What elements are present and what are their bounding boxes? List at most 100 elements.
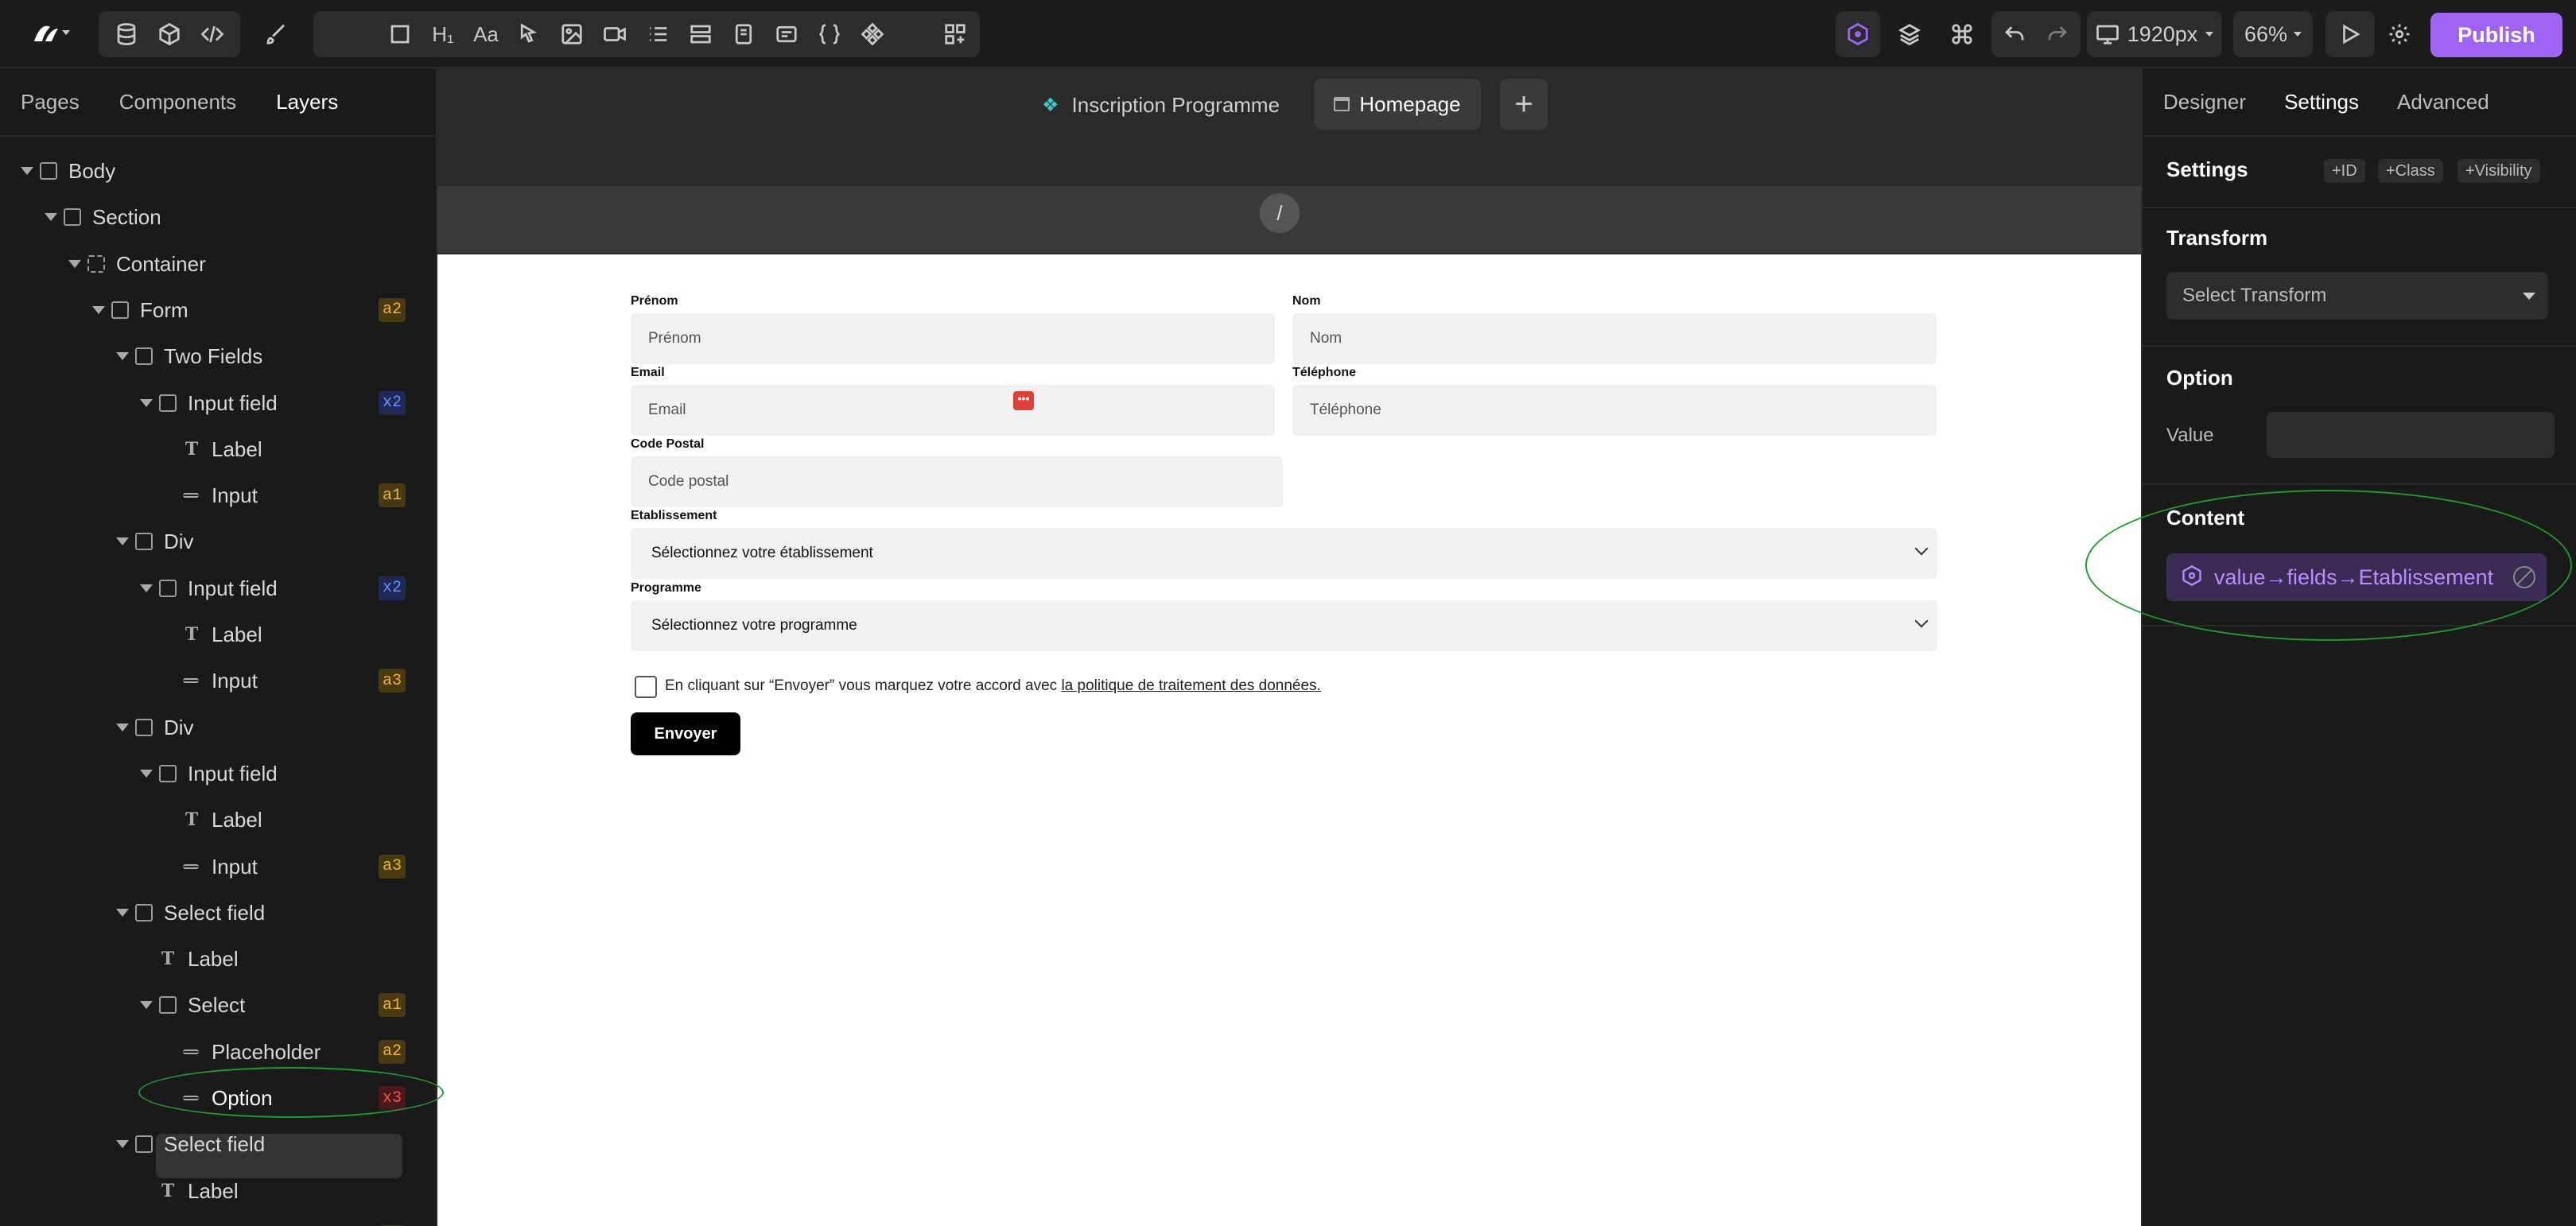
layer-row[interactable]: Select field	[0, 890, 436, 936]
cube-icon[interactable]	[148, 11, 191, 57]
list-icon[interactable]	[636, 11, 679, 57]
text-icon: T	[161, 1180, 175, 1201]
layer-row[interactable]: Body	[0, 148, 436, 194]
layer-row[interactable]: Section	[0, 194, 436, 240]
publish-button[interactable]: Publish	[2430, 13, 2562, 57]
logo-menu-button[interactable]	[17, 11, 76, 57]
image-icon[interactable]	[550, 11, 593, 57]
tab-component[interactable]: ❖ Inscription Programme	[1042, 80, 1280, 130]
input-icon[interactable]	[765, 11, 808, 57]
cms-hex-button[interactable]	[1836, 11, 1880, 57]
layer-badge: a1	[378, 483, 406, 508]
layer-row[interactable]: Input field x2	[0, 380, 436, 426]
redo-icon[interactable]	[2036, 11, 2079, 57]
layer-row[interactable]: Selecta2	[0, 1214, 436, 1226]
tab-component-label: Inscription Programme	[1071, 92, 1280, 117]
expand-caret-icon[interactable]	[68, 259, 81, 268]
tab-homepage[interactable]: Homepage	[1314, 79, 1481, 130]
add-id-chip[interactable]: +ID	[2324, 159, 2365, 183]
layer-row[interactable]: Div	[0, 704, 436, 751]
apps-grid-button[interactable]	[931, 11, 980, 57]
layer-row[interactable]: Input field	[0, 751, 436, 797]
viewport-dropdown[interactable]: 1920px	[2087, 11, 2222, 57]
transform-select[interactable]: Select Transform	[2166, 272, 2548, 320]
code-postal-input[interactable]: Code postal	[631, 456, 1283, 507]
expand-caret-icon[interactable]	[116, 537, 129, 546]
form-icon[interactable]	[722, 11, 765, 57]
left-panel: Pages Components Layers Body Section Conta…	[0, 68, 437, 1226]
tab-advanced[interactable]: Advanced	[2397, 90, 2489, 114]
layer-row[interactable]: Div	[0, 518, 436, 565]
consent-checkbox[interactable]	[635, 676, 657, 698]
layer-row[interactable]: T Label	[0, 1168, 436, 1214]
layer-row[interactable]: Input a3	[0, 658, 436, 704]
database-icon[interactable]	[105, 11, 148, 57]
layer-row[interactable]: T Label	[0, 936, 436, 982]
braces-icon[interactable]	[808, 11, 851, 57]
prenom-input[interactable]: Prénom	[631, 313, 1275, 364]
layer-row[interactable]: T Label	[0, 426, 436, 472]
tab-layers[interactable]: Layers	[276, 90, 338, 114]
layer-row[interactable]: Select a1	[0, 982, 436, 1028]
component-icon[interactable]	[851, 11, 894, 57]
expand-caret-icon[interactable]	[140, 584, 153, 592]
chevron-down-icon	[2523, 293, 2535, 300]
brush-icon[interactable]	[254, 11, 297, 57]
expand-caret-icon[interactable]	[116, 908, 129, 917]
breadcrumb-root[interactable]: /	[1260, 193, 1300, 233]
expand-caret-icon[interactable]	[116, 352, 129, 361]
layer-row[interactable]: Input field x2	[0, 565, 436, 611]
expand-caret-icon[interactable]	[116, 723, 129, 731]
add-class-chip[interactable]: +Class	[2378, 159, 2443, 183]
layer-badge: x2	[378, 390, 406, 415]
layer-row[interactable]: Input a1	[0, 472, 436, 518]
rows-icon[interactable]	[679, 11, 722, 57]
nom-input[interactable]: Nom	[1292, 313, 1937, 364]
text-icon[interactable]: Aa	[464, 11, 507, 57]
box-element-icon[interactable]	[379, 11, 422, 57]
expand-caret-icon[interactable]	[92, 305, 105, 314]
layer-row[interactable]: Form a2	[0, 287, 436, 333]
code-icon[interactable]	[191, 11, 234, 57]
layer-row[interactable]: T Label	[0, 611, 436, 658]
tab-components[interactable]: Components	[119, 90, 236, 114]
box-icon	[135, 347, 153, 366]
layer-label: Div	[164, 715, 194, 739]
expand-caret-icon[interactable]	[45, 213, 57, 222]
value-input[interactable]	[2267, 412, 2555, 458]
tab-settings[interactable]: Settings	[2284, 90, 2359, 114]
layer-row[interactable]: Container	[0, 241, 436, 287]
layer-row[interactable]: Two Fields	[0, 333, 436, 379]
tab-designer[interactable]: Designer	[2163, 90, 2246, 114]
layer-row[interactable]: T Label	[0, 797, 436, 843]
zoom-dropdown[interactable]: 66%	[2233, 11, 2313, 57]
add-tab-button[interactable]: +	[1500, 79, 1548, 130]
layers-stack-icon[interactable]	[1888, 11, 1931, 57]
add-visibility-chip[interactable]: +Visibility	[2457, 159, 2540, 183]
video-icon[interactable]	[593, 11, 636, 57]
expand-caret-icon[interactable]	[116, 1140, 129, 1149]
expand-caret-icon[interactable]	[140, 398, 153, 407]
etablissement-select[interactable]: Sélectionnez votre établissement	[631, 528, 1937, 579]
telephone-input[interactable]: Téléphone	[1292, 385, 1937, 436]
expand-caret-icon[interactable]	[21, 167, 33, 175]
privacy-policy-link[interactable]: la politique de traitement des données.	[1061, 677, 1320, 694]
command-icon[interactable]	[1941, 11, 1983, 57]
select-icon	[159, 996, 177, 1015]
link-cursor-icon[interactable]	[507, 11, 550, 57]
programme-select[interactable]: Sélectionnez votre programme	[631, 600, 1937, 651]
preview-play-button[interactable]	[2325, 11, 2375, 57]
undo-icon[interactable]	[1993, 11, 2036, 57]
submit-button[interactable]: Envoyer	[631, 712, 740, 755]
settings-gear-icon[interactable]	[2378, 11, 2421, 57]
email-input[interactable]: Email	[631, 385, 1275, 436]
input-line-icon	[183, 1049, 199, 1054]
heading-icon[interactable]: H₁	[422, 11, 464, 57]
layer-row[interactable]: Select field	[0, 1121, 436, 1167]
autofill-icon[interactable]: •••	[1013, 391, 1034, 410]
expand-caret-icon[interactable]	[140, 769, 153, 778]
layer-row[interactable]: Input a3	[0, 844, 436, 890]
layer-row[interactable]: Placeholder a2	[0, 1029, 436, 1075]
expand-caret-icon[interactable]	[140, 1001, 153, 1010]
tab-pages[interactable]: Pages	[21, 90, 80, 114]
